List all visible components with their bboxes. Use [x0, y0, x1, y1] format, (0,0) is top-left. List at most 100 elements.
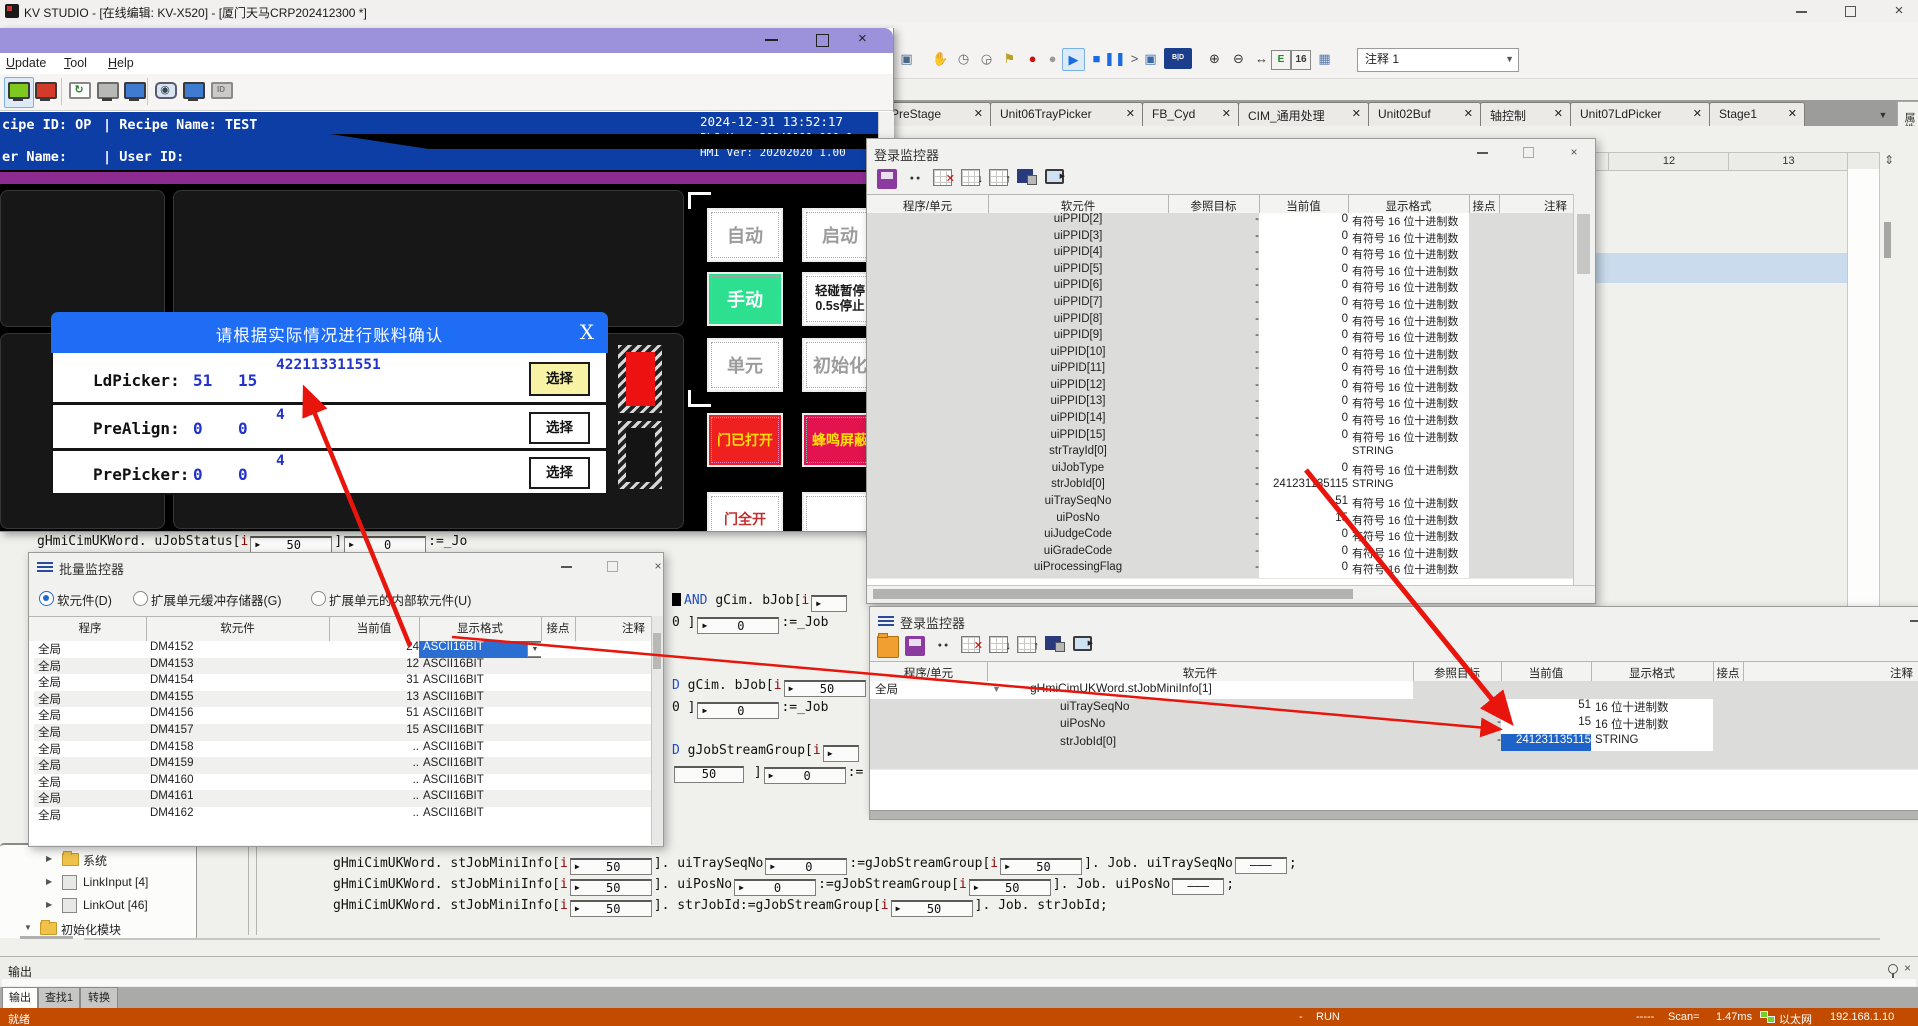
- batch-row[interactable]: 全局DM415312ASCII16BIT: [29, 658, 651, 675]
- ladder-selected-row[interactable]: [1594, 253, 1847, 283]
- bd-badge-icon[interactable]: B|D: [1164, 48, 1192, 69]
- zoom-out-icon[interactable]: ⊖: [1228, 48, 1249, 69]
- radio-扩展单元缓冲存储器(G)[interactable]: [133, 591, 148, 606]
- register-icon[interactable]: [1045, 636, 1061, 650]
- output-tab-find[interactable]: 查找1: [38, 987, 80, 1010]
- monitor-row[interactable]: uiPPID[3]-0有符号 16 位十进制数: [867, 230, 1573, 247]
- tab-close-icon[interactable]: ✕: [1222, 107, 1231, 120]
- tab-close-icon[interactable]: ✕: [1126, 107, 1135, 120]
- batch-row[interactable]: 全局DM415224ASCII16BIT▼: [29, 641, 651, 658]
- register-icon[interactable]: [1017, 169, 1033, 183]
- monitor-row[interactable]: uiTraySeqNo-5116 位十进制数: [870, 699, 1918, 717]
- batch-row[interactable]: 全局DM415715ASCII16BIT: [29, 724, 651, 741]
- select-button[interactable]: 选择: [529, 362, 590, 396]
- register-view-icon[interactable]: ▦: [1314, 48, 1335, 69]
- monitor-row[interactable]: uiPosNo-1516 位十进制数: [870, 716, 1918, 734]
- sidebar-item-LinkOut [46][interactable]: ▶LinkOut [46]: [0, 896, 190, 916]
- comment-selector[interactable]: 注释 1▼: [1357, 48, 1519, 72]
- screen-transfer-icon[interactable]: [122, 79, 146, 104]
- radio-扩展单元的内部软元件(U)[interactable]: [311, 591, 326, 606]
- monitor-row[interactable]: strJobId[0]-241231135115STRING: [870, 734, 1918, 752]
- tree-expand-icon[interactable]: ▼: [24, 923, 32, 932]
- main-minimize-button[interactable]: [1784, 0, 1818, 22]
- monitor-row[interactable]: uiPPID[11]-0有符号 16 位十进制数: [867, 362, 1573, 379]
- monitor-row[interactable]: uiPPID[13]-0有符号 16 位十进制数: [867, 395, 1573, 412]
- monitor-value-box[interactable]: ▶50: [570, 879, 652, 896]
- vt-maximize-button[interactable]: [816, 34, 829, 47]
- pause-icon[interactable]: ❚❚: [1104, 48, 1125, 69]
- batch-row[interactable]: 全局DM4160..ASCII16BIT: [29, 774, 651, 791]
- menu-update[interactable]: Update: [6, 56, 46, 70]
- editor-monitor-icon[interactable]: ▣: [896, 48, 917, 69]
- monitor-value-box[interactable]: ▶0: [697, 617, 779, 634]
- record-icon[interactable]: ●: [1022, 48, 1043, 69]
- tab-close-icon[interactable]: ✕: [1554, 107, 1563, 120]
- tab-close-icon[interactable]: ✕: [1788, 107, 1797, 120]
- hand-icon[interactable]: ✋: [930, 48, 951, 69]
- save-icon[interactable]: [905, 636, 925, 656]
- monitor-value-box[interactable]: ———: [1172, 878, 1224, 895]
- find-icon[interactable]: [933, 636, 953, 656]
- menu-tool[interactable]: Tool: [64, 56, 87, 70]
- append-row-icon[interactable]: ↑: [1017, 636, 1036, 653]
- execute-icon[interactable]: [1045, 169, 1064, 184]
- monitor-row[interactable]: uiPPID[7]-0有符号 16 位十进制数: [867, 296, 1573, 313]
- tab-Stage1[interactable]: Stage1✕: [1709, 102, 1805, 126]
- monitor-value-box[interactable]: ▶50: [570, 858, 652, 875]
- monitor-value-box[interactable]: ▶50: [969, 879, 1051, 896]
- bm-vscrollbar[interactable]: [651, 616, 663, 845]
- monitor-row[interactable]: uiPPID[10]-0有符号 16 位十进制数: [867, 346, 1573, 363]
- monitor-row[interactable]: strJobId[0]-241231135115STRING: [867, 478, 1573, 495]
- radio-软元件(D)[interactable]: [39, 591, 54, 606]
- monitor-row[interactable]: [870, 751, 1918, 769]
- insert-row-icon[interactable]: ↓: [961, 169, 980, 186]
- main-restore-button[interactable]: [1833, 0, 1867, 22]
- monitor-row[interactable]: uiPPID[2]-0有符号 16 位十进制数: [867, 213, 1573, 230]
- delete-row-icon[interactable]: ✕: [961, 636, 980, 653]
- monitor-row[interactable]: uiPPID[5]-0有符号 16 位十进制数: [867, 263, 1573, 280]
- monitor-row[interactable]: uiPPID[6]-0有符号 16 位十进制数: [867, 279, 1573, 296]
- script-horizontal-scrollbar[interactable]: [84, 938, 1880, 940]
- tree-scrollbar[interactable]: [20, 936, 73, 939]
- monitor-red-icon[interactable]: [33, 79, 57, 104]
- monitor-row[interactable]: strTrayId[0]-STRING: [867, 445, 1573, 462]
- hmi-manual-button[interactable]: 手动: [707, 272, 783, 326]
- vt-minimize-button[interactable]: [765, 39, 778, 41]
- tree-expand-icon[interactable]: ▶: [46, 877, 52, 886]
- monitor-value-box[interactable]: ▶0: [765, 858, 847, 875]
- monitor-row[interactable]: uiProcessingFlag-0有符号 16 位十进制数: [867, 561, 1573, 578]
- m1-titlebar[interactable]: 登录监控器 ×: [867, 139, 1595, 165]
- append-row-icon[interactable]: ↑: [989, 169, 1008, 186]
- m1-close-button[interactable]: ×: [1559, 146, 1589, 161]
- monitor-row[interactable]: uiJobType-0有符号 16 位十进制数: [867, 462, 1573, 479]
- hmi-auto-button[interactable]: 自动: [707, 208, 783, 262]
- dialog-header[interactable]: 请根据实际情况进行账料确认 X: [51, 312, 608, 353]
- tab-Unit02Buf[interactable]: Unit02Buf✕: [1368, 102, 1481, 126]
- tree-expand-icon[interactable]: ▶: [46, 854, 52, 863]
- batch-row[interactable]: 全局DM4158..ASCII16BIT: [29, 741, 651, 758]
- tab-overflow-button[interactable]: ▼: [1874, 108, 1892, 123]
- m2-titlebar[interactable]: 登录监控器: [870, 607, 1918, 633]
- save-icon[interactable]: [877, 169, 897, 189]
- dialog-close-button[interactable]: X: [580, 320, 594, 344]
- monitor-value-box[interactable]: ▶: [823, 745, 859, 762]
- batch-row[interactable]: 全局DM4162..ASCII16BIT: [29, 807, 651, 824]
- tab-close-icon[interactable]: ✕: [1464, 107, 1473, 120]
- splitter-icon[interactable]: ⇕: [1881, 152, 1897, 169]
- monitor-value-box[interactable]: ▶50: [570, 900, 652, 917]
- ladder-vertical-scrollbar[interactable]: [1884, 222, 1891, 258]
- monitor-row[interactable]: uiPosNo-15有符号 16 位十进制数: [867, 512, 1573, 529]
- tab-轴控制[interactable]: 轴控制✕: [1480, 102, 1571, 126]
- monitor-row[interactable]: uiTraySeqNo-51有符号 16 位十进制数: [867, 495, 1573, 512]
- batch-row[interactable]: 全局DM4161..ASCII16BIT: [29, 790, 651, 807]
- doc-sync-icon[interactable]: ↻: [67, 79, 91, 104]
- hmi-unit-button[interactable]: 单元: [707, 338, 783, 392]
- tab-Unit06TrayPicker[interactable]: Unit06TrayPicker✕: [990, 102, 1143, 126]
- stopwatch-icon[interactable]: ◷: [953, 48, 974, 69]
- batch-row[interactable]: 全局DM4159..ASCII16BIT: [29, 757, 651, 774]
- vt-titlebar[interactable]: ×: [0, 28, 893, 53]
- monitor-value-box[interactable]: ▶50: [891, 900, 973, 917]
- menu-help[interactable]: Help: [108, 56, 134, 70]
- hmi-door-full-button[interactable]: 门全开: [707, 492, 783, 531]
- alarm-lamp-off[interactable]: [626, 428, 655, 482]
